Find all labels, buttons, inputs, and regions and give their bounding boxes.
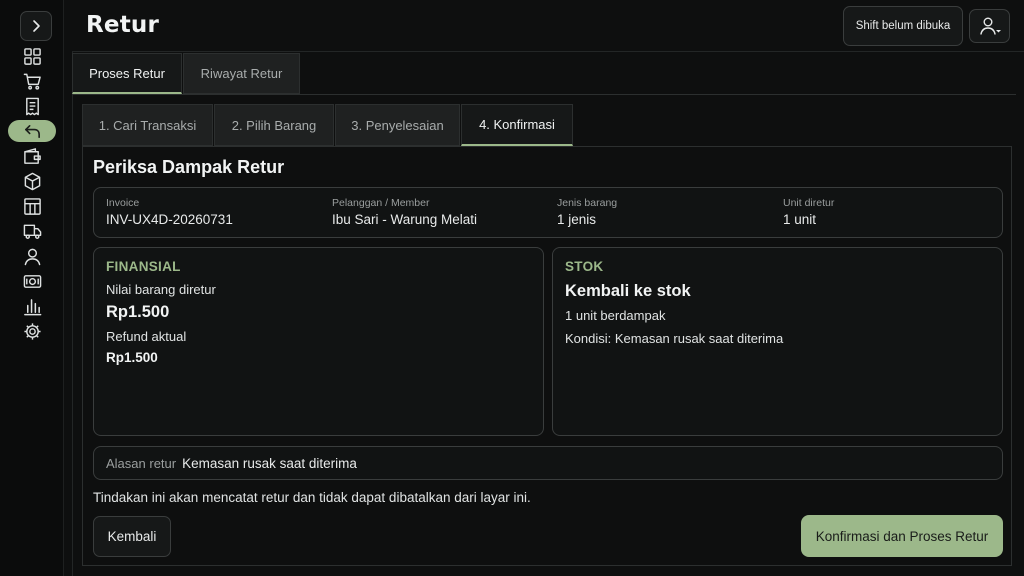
user-account-icon [979,17,1001,35]
stock-kicker: STOK [565,259,604,274]
cart-icon [23,73,41,90]
item-types-label: Jenis barang [557,197,618,209]
sidebar-toggle-button[interactable] [20,11,52,41]
sidebar [0,0,64,576]
item-types-value: 1 jenis [557,212,597,227]
return-reason-bar: Alasan retur Kemasan rusak saat diterima [93,446,1003,480]
page-title: Retur [86,12,160,38]
return-arrow-icon [24,124,40,138]
refund-value: Rp1.500 [106,350,158,365]
sidebar-item-products[interactable] [8,170,56,192]
sidebar-item-settings[interactable] [8,320,56,342]
step-penyelesaian[interactable]: 3. Penyelesaian [335,104,460,146]
chevron-right-icon [33,20,40,32]
sidebar-item-transactions[interactable] [8,95,56,117]
item-types-field: Jenis barang 1 jenis [557,197,617,227]
receipt-icon [25,97,39,115]
bar-chart-icon [23,298,41,315]
tab-proses-retur[interactable]: Proses Retur [72,53,182,94]
gear-icon [23,322,41,340]
sidebar-item-cash[interactable] [8,270,56,292]
stock-condition: Kondisi: Kemasan rusak saat diterima [565,331,784,346]
customer-label: Pelanggan / Member [332,197,430,209]
sidebar-item-inventory[interactable] [8,195,56,217]
reason-value: Kemasan rusak saat diterima [182,455,357,471]
sidebar-item-reports[interactable] [8,295,56,317]
units-label: Unit diretur [783,197,835,209]
sidebar-item-sales[interactable] [8,70,56,92]
back-button[interactable]: Kembali [93,516,171,557]
user-icon [24,248,40,265]
shift-status-button[interactable]: Shift belum dibuka [843,6,963,46]
box-icon [24,172,40,190]
returned-value: Rp1.500 [106,303,170,321]
tabs-divider [72,94,1016,95]
cash-icon [23,274,41,288]
units-field: Unit diretur 1 unit [783,197,834,227]
step-konfirmasi[interactable]: 4. Konfirmasi [461,104,573,146]
sidebar-item-delivery[interactable] [8,220,56,242]
confirm-return-button[interactable]: Konfirmasi dan Proses Retur [801,515,1003,557]
refund-label: Refund aktual [106,329,187,344]
invoice-label: Invoice [106,197,140,209]
sidebar-item-returns[interactable] [8,120,56,142]
stock-panel: STOK Kembali ke stok 1 unit berdampak Ko… [552,247,1003,436]
sidebar-item-dashboard[interactable] [8,45,56,67]
tab-riwayat-retur[interactable]: Riwayat Retur [183,53,300,94]
financial-panel: FINANSIAL Nilai barang diretur Rp1.500 R… [93,247,544,436]
financial-kicker: FINANSIAL [106,259,181,274]
returned-value-label: Nilai barang diretur [106,282,216,297]
irreversible-warning: Tindakan ini akan mencatat retur dan tid… [93,490,531,505]
table-icon [23,197,41,215]
step-pilih-barang[interactable]: 2. Pilih Barang [214,104,334,146]
invoice-value: INV-UX4D-20260731 [106,212,233,227]
invoice-field: Invoice INV-UX4D-20260731 [106,197,233,227]
user-menu-button[interactable] [969,9,1010,43]
stock-affected: 1 unit berdampak [565,308,666,323]
return-summary-bar: Invoice INV-UX4D-20260731 Pelanggan / Me… [93,187,1003,238]
section-title: Periksa Dampak Retur [93,157,285,177]
reason-label: Alasan retur [106,455,177,471]
stock-heading: Kembali ke stok [565,282,691,300]
sidebar-item-wallet[interactable] [8,145,56,167]
truck-icon [23,224,41,239]
units-value: 1 unit [783,212,817,227]
wallet-icon [23,147,41,164]
customer-field: Pelanggan / Member Ibu Sari - Warung Mel… [332,197,477,227]
dashboard-grid-icon [23,47,41,65]
step-cari-transaksi[interactable]: 1. Cari Transaksi [82,104,213,146]
sidebar-item-customers[interactable] [8,245,56,267]
customer-value: Ibu Sari - Warung Melati [332,212,478,227]
